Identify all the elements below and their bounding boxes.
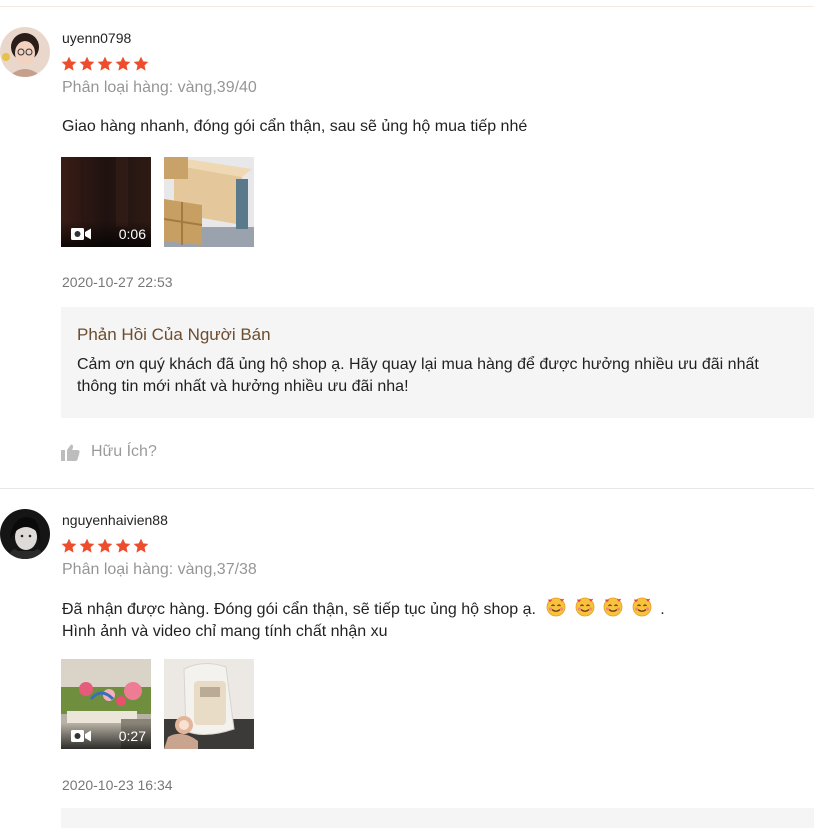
- video-camera-icon: [71, 228, 91, 240]
- star-icon: [97, 56, 113, 71]
- review-timestamp: 2020-10-23 16:34: [62, 777, 173, 793]
- helpful-button[interactable]: Hữu Ích?: [61, 443, 157, 461]
- star-icon: [61, 56, 77, 71]
- product-variation: Phân loại hàng: vàng,37/38: [62, 561, 257, 578]
- smiling-face-with-hearts-emoji: [632, 597, 652, 617]
- star-icon: [61, 538, 77, 553]
- star-icon: [115, 56, 131, 71]
- review-photo[interactable]: [164, 659, 254, 749]
- star-icon: [133, 538, 149, 553]
- video-thumbnail[interactable]: 0:27: [61, 659, 151, 749]
- smiling-face-with-hearts-emoji: [547, 597, 566, 617]
- smiling-face-with-hearts-emoji: [575, 597, 595, 617]
- helpful-label: Hữu Ích?: [91, 443, 157, 460]
- username[interactable]: uyenn0798: [62, 30, 131, 46]
- emoji-group: [546, 597, 660, 618]
- video-camera-icon: [71, 730, 91, 742]
- comment-line: Đã nhận được hàng. Đóng gói cẩn thận, sẽ…: [62, 597, 665, 621]
- seller-reply-line: Cảm ơn quý khách đã ủng hộ shop ạ. Hãy q…: [77, 356, 759, 373]
- review-timestamp: 2020-10-27 22:53: [62, 274, 173, 290]
- avatar[interactable]: [0, 509, 50, 559]
- review-photo[interactable]: [164, 157, 254, 247]
- review-comment: Giao hàng nhanh, đóng gói cẩn thận, sau …: [62, 116, 527, 138]
- rating-stars: [61, 538, 149, 554]
- review-media: 0:06: [61, 157, 254, 247]
- comment-suffix: .: [660, 601, 665, 618]
- seller-reply: [61, 808, 814, 828]
- thumbs-up-icon: [61, 444, 80, 461]
- video-duration: 0:27: [118, 728, 146, 744]
- top-divider: [0, 6, 814, 7]
- rating-stars: [61, 56, 149, 72]
- seller-reply-text: Cảm ơn quý khách đã ủng hộ shop ạ. Hãy q…: [77, 354, 814, 398]
- star-icon: [115, 538, 131, 553]
- avatar[interactable]: [0, 27, 50, 77]
- star-icon: [133, 56, 149, 71]
- comment-text: Đã nhận được hàng. Đóng gói cẩn thận, sẽ…: [62, 601, 536, 618]
- review-media: 0:27: [61, 659, 254, 749]
- seller-reply-title: Phản Hồi Của Người Bán: [77, 325, 271, 344]
- star-icon: [97, 538, 113, 553]
- smiling-face-with-hearts-emoji: [603, 597, 623, 617]
- username[interactable]: nguyenhaivien88: [62, 512, 168, 528]
- review-comment: Đã nhận được hàng. Đóng gói cẩn thận, sẽ…: [62, 597, 665, 643]
- comment-line: Hình ảnh và video chỉ mang tính chất nhậ…: [62, 623, 388, 640]
- comment-line: Giao hàng nhanh, đóng gói cẩn thận, sau …: [62, 118, 528, 135]
- star-icon: [79, 56, 95, 71]
- video-duration: 0:06: [118, 226, 146, 242]
- video-thumbnail[interactable]: 0:06: [61, 157, 151, 247]
- review-divider: [0, 488, 814, 489]
- star-icon: [79, 538, 95, 553]
- seller-reply: Phản Hồi Của Người Bán Cảm ơn quý khách …: [61, 307, 814, 418]
- seller-reply-line: thông tin mới nhất và hưởng nhiều ưu đãi…: [77, 378, 409, 395]
- product-variation: Phân loại hàng: vàng,39/40: [62, 79, 257, 96]
